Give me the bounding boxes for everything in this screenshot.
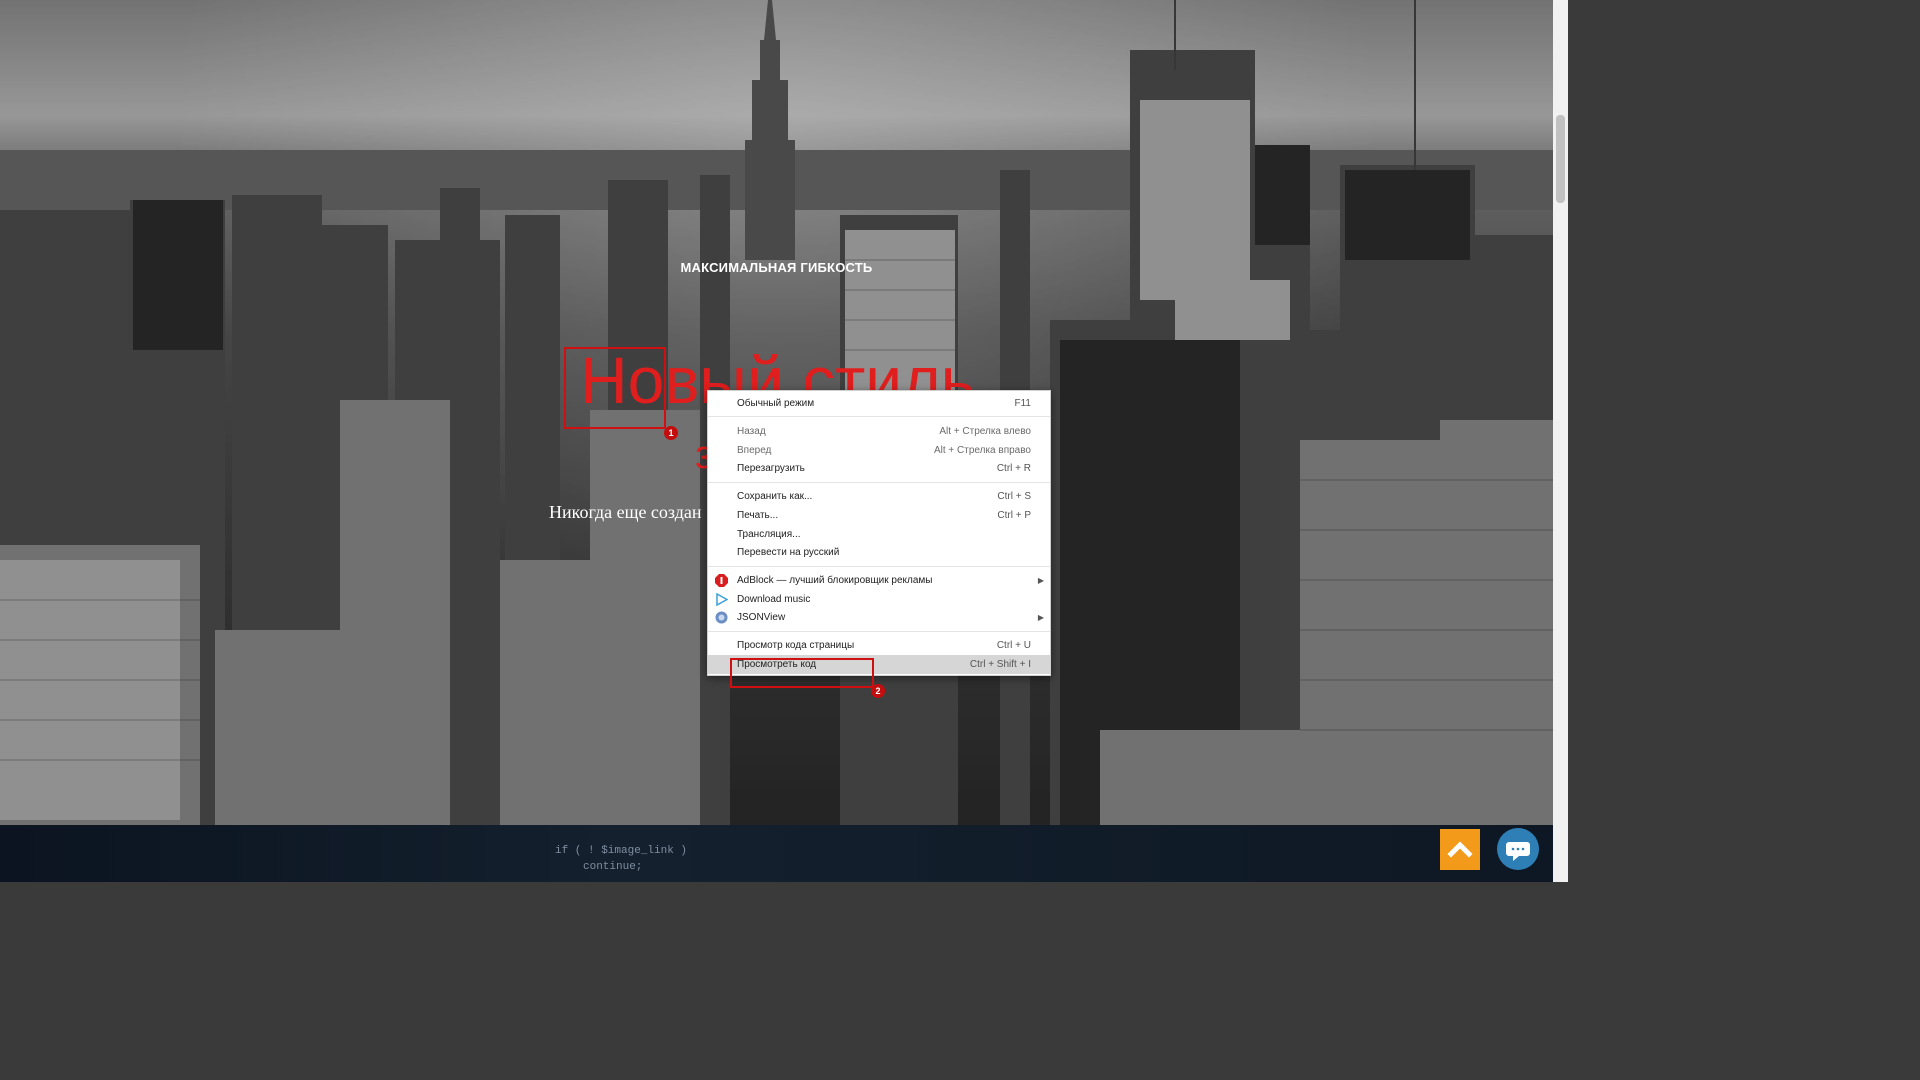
menu-item-label: Печать...: [737, 510, 779, 521]
menu-item-shortcut: Ctrl + R: [996, 463, 1031, 474]
menu-item-normal-mode[interactable]: Обычный режим F11: [708, 394, 1050, 413]
menu-item-label: Перезагрузить: [737, 463, 805, 474]
menu-item-save-as[interactable]: Сохранить как... Ctrl + S: [708, 487, 1050, 506]
menu-item-shortcut: Alt + Стрелка влево: [939, 426, 1031, 437]
menu-item-label: Перевести на русский: [737, 547, 840, 558]
chevron-right-icon: ▶: [1037, 613, 1044, 622]
menu-item-label: JSONView: [737, 612, 786, 623]
annotation-box-2: [730, 658, 874, 688]
context-menu: Обычный режим F11 Назад Alt + Стрелка вл…: [707, 390, 1051, 676]
menu-item-print[interactable]: Печать... Ctrl + P: [708, 506, 1050, 525]
menu-item-label: Трансляция...: [737, 529, 801, 540]
menu-item-shortcut: Ctrl + U: [996, 640, 1031, 651]
menu-item-jsonview[interactable]: JSONView ▶: [708, 608, 1050, 627]
menu-item-shortcut: Ctrl + S: [997, 491, 1031, 502]
menu-item-shortcut: F11: [1014, 398, 1032, 409]
code-background-strip: if ( ! $image_link ) continue;: [0, 825, 1553, 882]
menu-item-adblock[interactable]: AdBlock — лучший блокировщик рекламы ▶: [708, 571, 1050, 590]
menu-item-label: Назад: [737, 426, 766, 437]
page-scrollbar[interactable]: [1553, 0, 1568, 882]
menu-item-label: Просмотр кода страницы: [737, 640, 855, 651]
code-line: continue;: [583, 861, 643, 873]
menu-item-forward[interactable]: Вперед Alt + Стрелка вправо: [708, 441, 1050, 460]
menu-separator: [708, 566, 1050, 567]
menu-item-label: AdBlock — лучший блокировщик рекламы: [737, 575, 933, 586]
menu-item-label: Download music: [737, 594, 811, 605]
code-line: if ( ! $image_link ): [555, 845, 688, 857]
scroll-to-top-button[interactable]: [1440, 829, 1480, 870]
hero-kicker: МАКСИМАЛЬНАЯ ГИБКОСТЬ: [680, 260, 873, 275]
menu-item-label: Вперед: [737, 445, 772, 456]
menu-item-cast[interactable]: Трансляция...: [708, 525, 1050, 544]
chat-bubble-icon: [1506, 842, 1530, 861]
play-icon: [716, 593, 728, 606]
hero-subtext: Никогда еще создан: [549, 502, 702, 522]
menu-item-label: Обычный режим: [737, 398, 815, 409]
menu-item-shortcut: Ctrl + P: [997, 510, 1031, 521]
menu-item-shortcut: Alt + Стрелка вправо: [933, 445, 1031, 456]
annotation-badge-2: 2: [871, 684, 885, 698]
jsonview-icon: [715, 611, 728, 624]
menu-item-back[interactable]: Назад Alt + Стрелка влево: [708, 422, 1050, 441]
menu-item-reload[interactable]: Перезагрузить Ctrl + R: [708, 459, 1050, 478]
chat-button[interactable]: [1497, 828, 1539, 870]
adblock-icon: [715, 574, 728, 587]
chevron-right-icon: ▶: [1037, 576, 1044, 585]
menu-separator: [708, 482, 1050, 483]
arrow-up-icon: [1447, 841, 1473, 858]
menu-item-translate[interactable]: Перевести на русский: [708, 543, 1050, 562]
annotation-box-1: [564, 347, 666, 429]
menu-separator: [708, 416, 1050, 417]
menu-item-shortcut: Ctrl + Shift + I: [969, 659, 1031, 670]
menu-item-label: Сохранить как...: [737, 491, 813, 502]
menu-separator: [708, 631, 1050, 632]
menu-item-download-music[interactable]: Download music: [708, 590, 1050, 609]
menu-item-view-source[interactable]: Просмотр кода страницы Ctrl + U: [708, 636, 1050, 655]
annotation-badge-1: 1: [664, 426, 678, 440]
scrollbar-thumb[interactable]: [1556, 115, 1565, 203]
